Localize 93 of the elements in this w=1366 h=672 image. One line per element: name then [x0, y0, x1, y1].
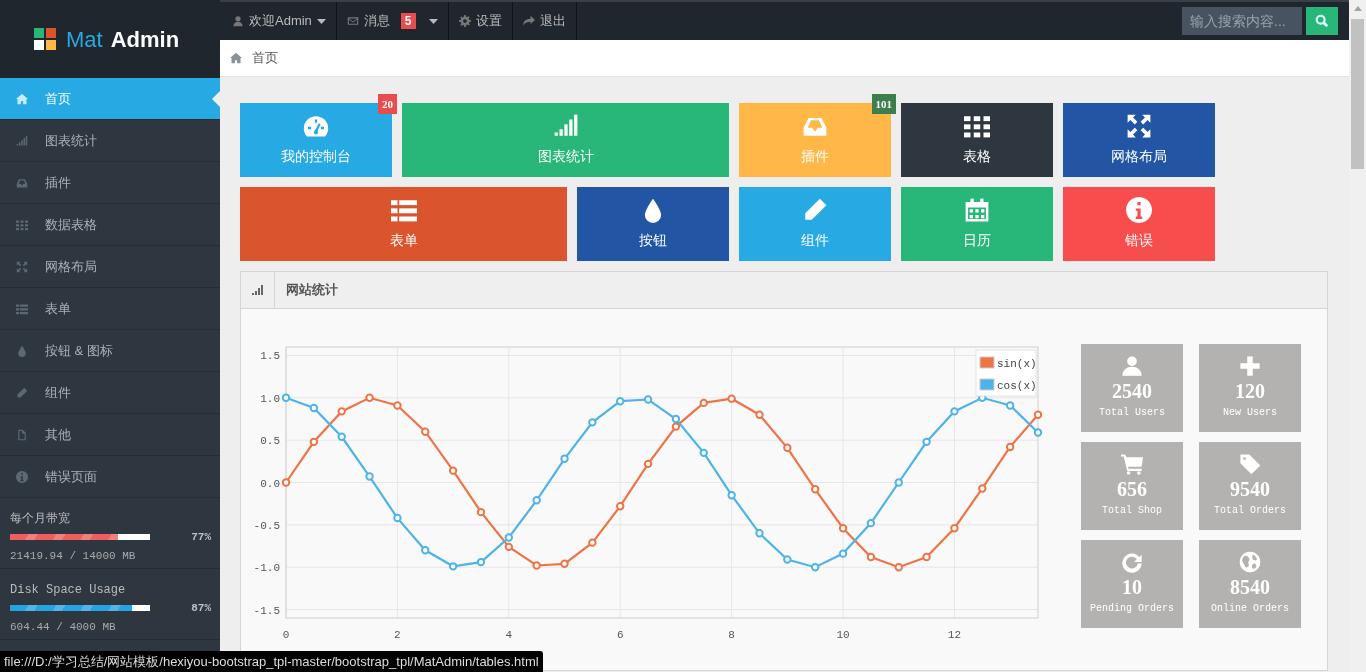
calendar-icon [964, 197, 990, 223]
meter-reading: 604.44 / 4000 MB [10, 619, 116, 635]
sidebar-item[interactable]: 其他 [0, 414, 220, 456]
logo-icon [34, 28, 56, 50]
grid-icon [16, 218, 28, 231]
settings-icon [458, 15, 471, 27]
shortcut-tile[interactable]: 表单 [240, 187, 567, 261]
count-badge: 20 [378, 94, 397, 114]
meter-label: Disk Space Usage [10, 583, 126, 597]
scrollbar-thumb[interactable] [1351, 19, 1364, 169]
message-count-badge: 5 [400, 13, 416, 29]
shortcut-tile[interactable]: 按钮 [577, 187, 729, 261]
meter-reading: 21419.94 / 14000 MB [10, 548, 136, 564]
signal-icon [251, 285, 264, 295]
sidebar-item[interactable]: 数据表格 [0, 204, 220, 246]
stat-value: 656 [1117, 478, 1147, 500]
axis-tick-label: -0.5 [253, 519, 280, 532]
envelope-icon [346, 15, 359, 27]
search-icon [1315, 14, 1329, 28]
axis-tick-label: 2 [394, 629, 401, 641]
axis-tick-label: -1.5 [253, 604, 280, 617]
axis-tick-label: 0.5 [260, 435, 280, 448]
search-field[interactable]: 输入搜索内容... [1182, 7, 1302, 35]
sidebar-item[interactable]: 表单 [0, 288, 220, 330]
inbox-icon [16, 176, 28, 189]
info-icon [16, 470, 28, 483]
sidebar-item[interactable]: 按钮 & 图标 [0, 330, 220, 372]
axis-tick-label: 1.0 [260, 392, 280, 405]
legend-label: cos(x) [997, 380, 1037, 392]
count-badge: 101 [871, 94, 896, 114]
meter-percent: 77% [191, 530, 211, 545]
sidebar-item[interactable]: 错误页面 [0, 456, 220, 498]
stat-value: 10 [1122, 576, 1142, 598]
file-icon [16, 428, 28, 441]
axis-tick-label: 12 [947, 629, 962, 641]
stat-value: 120 [1235, 380, 1265, 402]
stat-label: Total Orders [1214, 504, 1286, 518]
stat-label: Pending Orders [1090, 602, 1174, 616]
info-icon [1126, 197, 1152, 223]
list-icon [16, 302, 28, 315]
home-icon [16, 92, 28, 105]
panel-title: 网站统计 [285, 281, 338, 300]
tag-icon [1239, 453, 1261, 475]
drop-icon [16, 344, 28, 357]
stat-value: 8540 [1230, 576, 1270, 598]
pencil-icon [16, 386, 28, 399]
stat-label: Total Shop [1102, 504, 1162, 518]
axis-tick-label: 0.0 [260, 477, 280, 490]
stat-label: Online Orders [1211, 602, 1289, 616]
shortcut-tile[interactable]: 网格布局 [1063, 103, 1215, 177]
plus-icon [1239, 355, 1261, 377]
status-url: file:///D:/学习总结/网站模板/hexiyou-bootstrap_tpl-master/bootstrap_tpl/MatAdmin/tables.html [0, 651, 543, 672]
meter-percent: 87% [191, 601, 211, 616]
axis-tick-label: 0 [282, 629, 290, 641]
axis-tick-label: 1.5 [260, 350, 280, 363]
brand-name: Admin [110, 25, 180, 54]
stat-value: 2540 [1112, 380, 1152, 402]
stat-label: New Users [1223, 406, 1277, 420]
axis-tick-label: 6 [616, 629, 624, 641]
expand-arrows-icon [1126, 113, 1152, 139]
selection-pointer [212, 91, 220, 107]
signal-icon [552, 113, 579, 139]
list-icon [390, 197, 417, 223]
share-arrow-icon [522, 15, 535, 27]
cart-icon [1121, 453, 1143, 475]
globe-icon [1239, 551, 1261, 573]
sidebar-item[interactable]: 网格布局 [0, 246, 220, 288]
scroll-up-icon[interactable] [1353, 6, 1362, 11]
meter-label: 每个月带宽 [10, 512, 70, 526]
user-icon [1121, 355, 1143, 377]
axis-tick-label: 4 [505, 629, 513, 641]
sidebar-item[interactable]: 插件 [0, 162, 220, 204]
expand-arrows-icon [16, 260, 28, 273]
axis-tick-label: -1.0 [253, 562, 280, 575]
sidebar-item[interactable]: 组件 [0, 372, 220, 414]
refresh-icon [1121, 551, 1143, 573]
pencil-icon [802, 197, 828, 223]
stat-label: Total Users [1099, 406, 1165, 420]
axis-tick-label: 10 [836, 629, 850, 641]
search-button[interactable] [1306, 7, 1338, 35]
signal-icon [16, 134, 28, 147]
breadcrumb-link[interactable]: 首页 [252, 48, 278, 68]
axis-tick-label: 8 [728, 629, 735, 641]
legend-label: sin(x) [997, 358, 1037, 370]
user-icon [232, 15, 244, 27]
speedometer-icon [303, 113, 329, 139]
home-icon [230, 52, 242, 64]
stat-value: 9540 [1230, 478, 1270, 500]
shortcut-tile[interactable]: 表格 [901, 103, 1053, 177]
brand-name: Mat [66, 25, 103, 54]
shortcut-tile[interactable]: 错误 [1063, 187, 1215, 261]
grid-icon [964, 113, 990, 139]
sidebar-item[interactable]: 图表统计 [0, 120, 220, 162]
